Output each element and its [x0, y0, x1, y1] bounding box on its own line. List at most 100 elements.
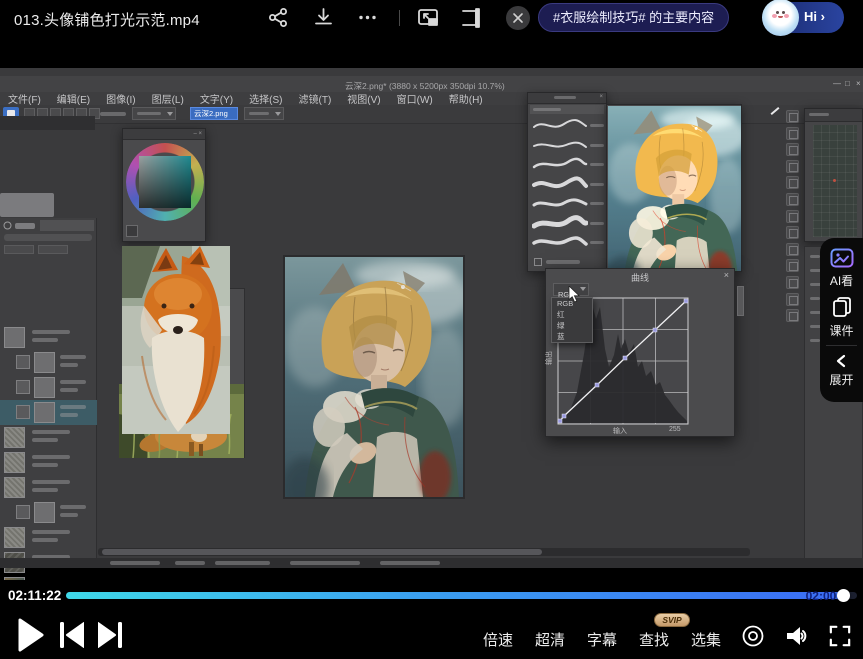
- layer-thumbnail: [34, 402, 55, 423]
- document-combo: 云深2.png: [190, 107, 238, 120]
- mouse-cursor: [568, 286, 580, 303]
- layer-row: [0, 525, 97, 550]
- close-assistant-button[interactable]: [506, 6, 530, 30]
- window-maximize-button: □: [845, 79, 850, 88]
- ai-view-label: AI看: [820, 272, 863, 289]
- expand-label: 展开: [820, 371, 863, 388]
- download-icon[interactable]: [313, 7, 334, 28]
- layer-badge: [16, 380, 30, 394]
- dock-right-icon[interactable]: [459, 6, 483, 30]
- layer-thumbnail: [4, 427, 25, 448]
- brush-preset: [532, 156, 606, 174]
- brush-panel: ×: [527, 92, 607, 272]
- paint-app-window: 云深2.png* (3880 x 5200px 350dpi 10.7%) — …: [0, 68, 863, 568]
- close-icon: [512, 12, 524, 24]
- channel-dropdown-list[interactable]: RGB红绿蓝: [551, 297, 593, 343]
- axis-max-label: 255: [669, 426, 681, 433]
- brush-preset: [532, 215, 606, 233]
- progress-handle[interactable]: [837, 589, 850, 602]
- episodes-button[interactable]: 选集: [686, 629, 726, 650]
- axis-input-label: 输入: [613, 426, 627, 436]
- dock-tool-icon: [786, 309, 799, 322]
- color-wheel-panel: – ×: [122, 128, 206, 242]
- document-combo-value: 云深2.png: [191, 108, 237, 119]
- layer-row: [0, 400, 97, 425]
- window-close-button: ×: [856, 79, 861, 88]
- brush-preset: [532, 117, 606, 135]
- more-icon[interactable]: [357, 7, 378, 28]
- layer-badge: [16, 355, 30, 369]
- previous-episode-button[interactable]: [60, 622, 84, 648]
- layer-row: [0, 375, 97, 400]
- channel-option[interactable]: 绿: [552, 320, 592, 331]
- curves-close-icon[interactable]: ×: [724, 270, 729, 280]
- layer-row: [0, 500, 97, 525]
- layer-row: [0, 325, 97, 350]
- progress-bar[interactable]: 02:00:1: [66, 592, 857, 599]
- curves-dialog: 曲线 × RGB RGB红绿蓝: [545, 268, 735, 437]
- current-time: 02:11:22: [8, 588, 61, 603]
- toolbar-combo-2: [244, 107, 284, 120]
- ai-view-button[interactable]: AI看: [820, 246, 863, 292]
- dock-tool-icon: [786, 143, 799, 156]
- navigator-panel: [804, 108, 863, 242]
- h-scrollbar-thumb[interactable]: [102, 549, 542, 555]
- layer-thumbnail: [34, 502, 55, 523]
- expand-button[interactable]: 展开: [820, 350, 863, 396]
- layer-badge: [16, 405, 30, 419]
- quality-button[interactable]: 超清: [530, 629, 570, 650]
- layers-panel: [0, 218, 97, 560]
- pip-icon[interactable]: [416, 6, 442, 30]
- overlay-divider: [826, 345, 857, 346]
- layer-row: [0, 450, 97, 475]
- layer-row: [0, 425, 97, 450]
- chevron-left-icon: [835, 354, 847, 368]
- axis-output-label: 输出: [544, 351, 554, 365]
- brush-preset: [532, 234, 606, 252]
- layer-thumbnail: [4, 477, 25, 498]
- dock-tool-icon: [786, 160, 799, 173]
- dock-tool-icon: [786, 293, 799, 306]
- svip-badge: SVIP: [654, 613, 690, 627]
- assistant-pill[interactable]: Hi ›: [766, 2, 844, 33]
- channel-option[interactable]: 蓝: [552, 331, 592, 342]
- fullscreen-icon[interactable]: [829, 625, 851, 647]
- search-button[interactable]: 查找: [634, 629, 674, 650]
- tool-dock: [786, 110, 801, 334]
- video-frame[interactable]: 云深2.png* (3880 x 5200px 350dpi 10.7%) — …: [0, 36, 863, 580]
- record-icon[interactable]: [741, 624, 765, 648]
- brush-preset: [532, 176, 606, 194]
- share-icon[interactable]: [268, 7, 289, 28]
- artwork-preview: [608, 106, 741, 271]
- topic-badge[interactable]: #衣服绘制技巧# 的主要内容: [538, 3, 729, 32]
- assistant-label: Hi ›: [804, 9, 825, 24]
- artwork-preview-window: [606, 104, 742, 272]
- play-button[interactable]: [18, 618, 44, 652]
- dock-tool-icon: [786, 243, 799, 256]
- layers-panel-icon: [3, 221, 12, 230]
- open-panel-header: [0, 116, 95, 130]
- layer-row: [0, 350, 97, 375]
- speed-button[interactable]: 倍速: [478, 629, 518, 650]
- fox-reference-photo-1: [122, 246, 230, 434]
- layer-thumbnail: [4, 527, 25, 548]
- brush-preset: [532, 137, 606, 155]
- next-episode-button[interactable]: [98, 622, 122, 648]
- collapsed-tab: [737, 286, 744, 316]
- channel-option[interactable]: 红: [552, 309, 592, 320]
- dock-tool-icon: [786, 259, 799, 272]
- volume-icon[interactable]: [785, 624, 811, 648]
- saturation-square: [139, 156, 191, 208]
- tool-options-box: [0, 193, 54, 217]
- swatch-box: [126, 225, 138, 237]
- app-status-bar: [0, 558, 863, 568]
- window-minimize-button: —: [833, 79, 841, 88]
- dock-tool-icon: [786, 226, 799, 239]
- subtitles-button[interactable]: 字幕: [582, 629, 622, 650]
- layer-thumbnail: [34, 377, 55, 398]
- side-tools-overlay: AI看 课件 展开: [820, 238, 863, 402]
- dock-tool-icon: [786, 127, 799, 140]
- dock-tool-icon: [786, 193, 799, 206]
- courseware-button[interactable]: 课件: [820, 294, 863, 340]
- courseware-label: 课件: [820, 322, 863, 339]
